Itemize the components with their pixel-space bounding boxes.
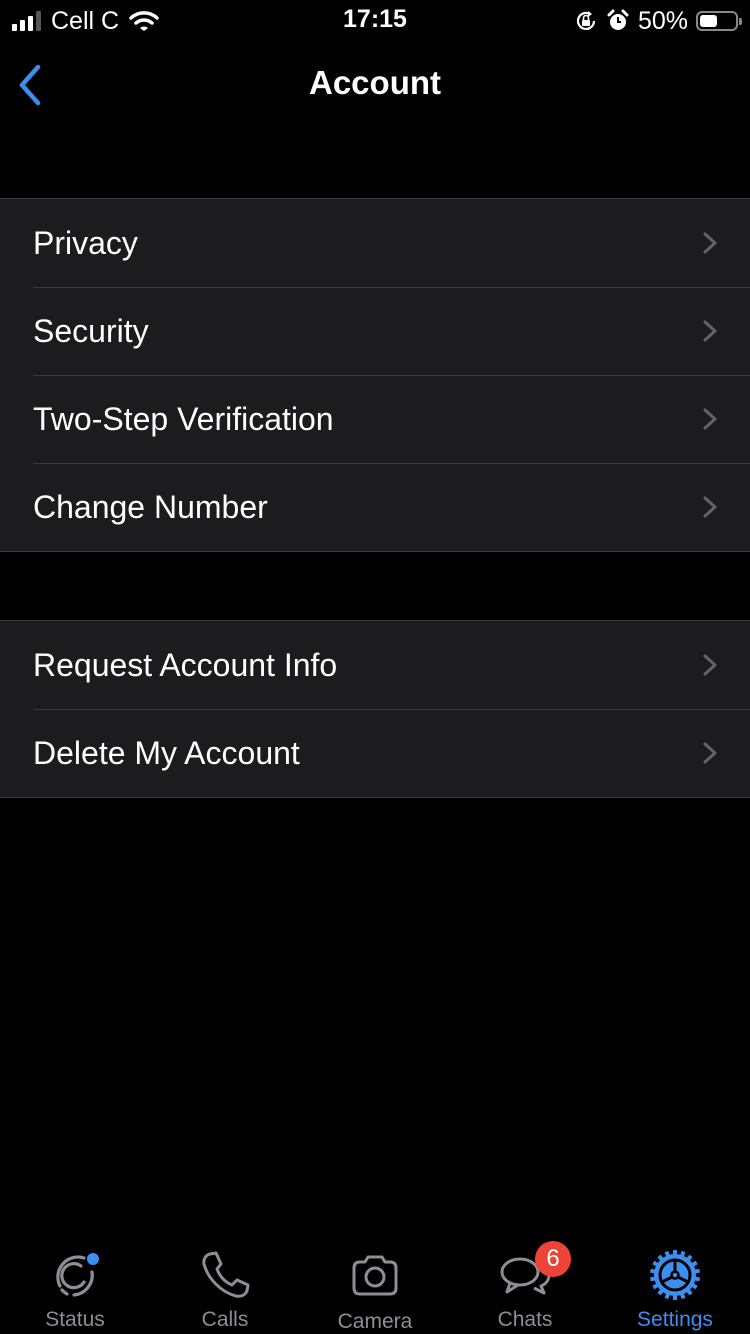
chevron-right-icon — [703, 496, 717, 518]
phone-icon — [202, 1251, 250, 1298]
battery-percent: 50% — [637, 6, 688, 35]
page-title: Account — [309, 64, 441, 101]
row-label: Two-Step Verification — [33, 400, 334, 437]
settings-group-data: Request Account Info Delete My Account — [0, 620, 750, 798]
tab-camera[interactable]: Camera — [300, 1234, 450, 1334]
row-label: Request Account Info — [33, 646, 338, 683]
navigation-bar: Account — [0, 42, 750, 128]
row-privacy[interactable]: Privacy — [0, 199, 750, 287]
tab-label: Camera — [337, 1310, 413, 1333]
tab-label: Chats — [497, 1308, 553, 1331]
status-icon — [56, 1253, 99, 1297]
chevron-right-icon — [703, 232, 717, 254]
tab-chats[interactable]: 6 Chats — [450, 1234, 600, 1334]
tab-label: Status — [45, 1308, 105, 1331]
unread-badge: 6 — [535, 1241, 571, 1277]
row-label: Delete My Account — [33, 734, 300, 771]
row-request-account-info[interactable]: Request Account Info — [0, 621, 750, 709]
tab-label: Calls — [201, 1308, 249, 1331]
row-change-number[interactable]: Change Number — [0, 463, 750, 551]
row-security[interactable]: Security — [0, 287, 750, 375]
row-label: Privacy — [33, 224, 138, 261]
tab-calls[interactable]: Calls — [150, 1234, 300, 1334]
status-bar: Cell C 17:15 50% — [0, 0, 750, 42]
chevron-right-icon — [703, 654, 717, 676]
row-two-step-verification[interactable]: Two-Step Verification — [0, 375, 750, 463]
tab-bar: Status Calls Camera 6 Chats Settings — [0, 1234, 750, 1334]
tab-settings[interactable]: Settings — [600, 1234, 750, 1334]
settings-group-account: Privacy Security Two-Step Verification C… — [0, 198, 750, 552]
row-label: Security — [33, 312, 149, 349]
row-delete-my-account[interactable]: Delete My Account — [0, 709, 750, 797]
row-label: Change Number — [33, 488, 268, 525]
tab-status[interactable]: Status — [0, 1234, 150, 1334]
chevron-right-icon — [703, 408, 717, 430]
orientation-lock-icon — [576, 11, 596, 30]
camera-icon — [352, 1255, 398, 1296]
chevron-right-icon — [703, 742, 717, 764]
battery-icon — [696, 11, 742, 31]
alarm-icon — [607, 9, 629, 30]
chevron-right-icon — [703, 320, 717, 342]
gear-icon — [650, 1250, 700, 1300]
tab-label: Settings — [637, 1308, 713, 1331]
